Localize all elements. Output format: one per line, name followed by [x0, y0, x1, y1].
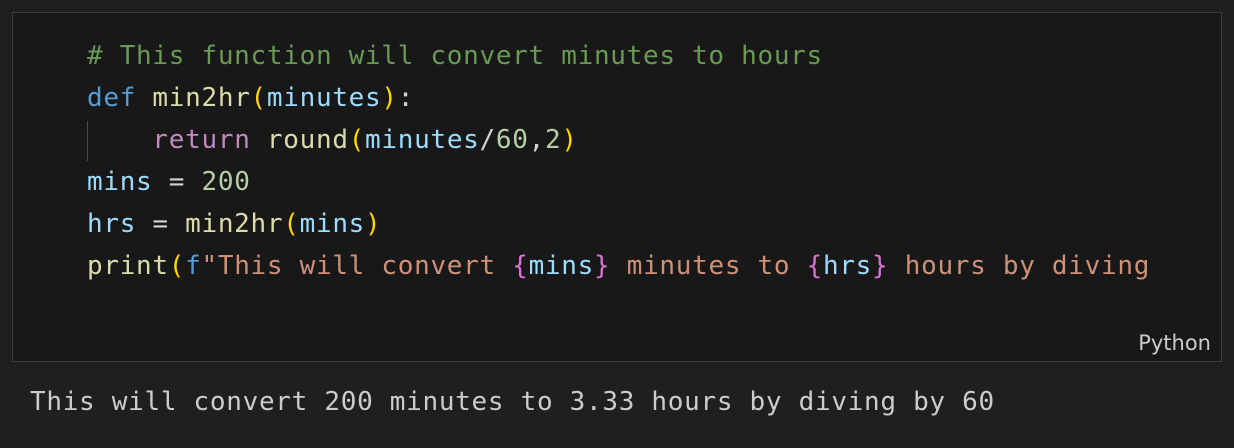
code-token-control: return	[152, 125, 251, 155]
cell-output: This will convert 200 minutes to 3.33 ho…	[30, 387, 995, 417]
code-token-var: mins	[299, 209, 366, 239]
code-editor[interactable]: # This function will convert minutes to …	[87, 35, 1221, 287]
notebook-page: # This function will convert minutes to …	[0, 0, 1234, 448]
code-token-num: 200	[201, 167, 251, 197]
code-token-var: minutes	[365, 125, 480, 155]
code-token-keyword: def	[87, 83, 137, 113]
code-token-str: minutes to	[610, 251, 807, 281]
code-token-str: hours by diving	[888, 251, 1151, 281]
code-token-paren: (	[348, 125, 366, 155]
code-token-var: mins	[528, 251, 594, 281]
code-token-paren: (	[168, 251, 186, 281]
code-line[interactable]: mins = 200	[87, 161, 1221, 203]
code-token-brace: }	[872, 251, 889, 281]
code-token-paren: )	[381, 83, 398, 113]
code-token-plain: =	[152, 167, 202, 197]
code-token-fprefix: f	[185, 251, 202, 281]
code-token-brace: {	[806, 251, 823, 281]
code-token-plain: :	[397, 83, 415, 113]
code-token-str: "This will convert	[201, 251, 513, 281]
code-token-func: min2hr	[152, 83, 251, 113]
code-line[interactable]: def min2hr(minutes):	[87, 77, 1221, 119]
code-token-var: hrs	[822, 251, 873, 281]
code-token-num: 2	[544, 125, 562, 155]
code-token-plain: /	[479, 125, 496, 155]
code-cell[interactable]: # This function will convert minutes to …	[12, 12, 1222, 362]
code-line[interactable]: hrs = min2hr(mins)	[87, 203, 1221, 245]
code-token-paren: (	[283, 209, 300, 239]
code-token-num: 60	[495, 125, 529, 155]
language-label[interactable]: Python	[1138, 331, 1211, 355]
code-token-paren: )	[365, 209, 382, 239]
code-token-plain: =	[136, 209, 186, 239]
code-token-plain: ,	[528, 125, 545, 155]
code-token-func: min2hr	[185, 209, 284, 239]
code-token-paren: (	[250, 83, 267, 113]
code-line[interactable]: print(f"This will convert {mins} minutes…	[87, 245, 1221, 287]
code-token-var: mins	[87, 167, 153, 197]
code-token-paren: )	[561, 125, 578, 155]
code-token-brace: }	[594, 251, 611, 281]
code-line[interactable]: # This function will convert minutes to …	[87, 35, 1221, 77]
code-token-comment: # This function will convert minutes to …	[87, 41, 823, 71]
code-token-var: hrs	[87, 209, 137, 239]
code-token-brace: {	[512, 251, 529, 281]
code-token-func: round	[266, 125, 349, 155]
code-token-param: minutes	[266, 83, 382, 113]
code-line[interactable]: return round(minutes/60,2)	[87, 119, 1221, 161]
code-token-func: print	[87, 251, 169, 281]
